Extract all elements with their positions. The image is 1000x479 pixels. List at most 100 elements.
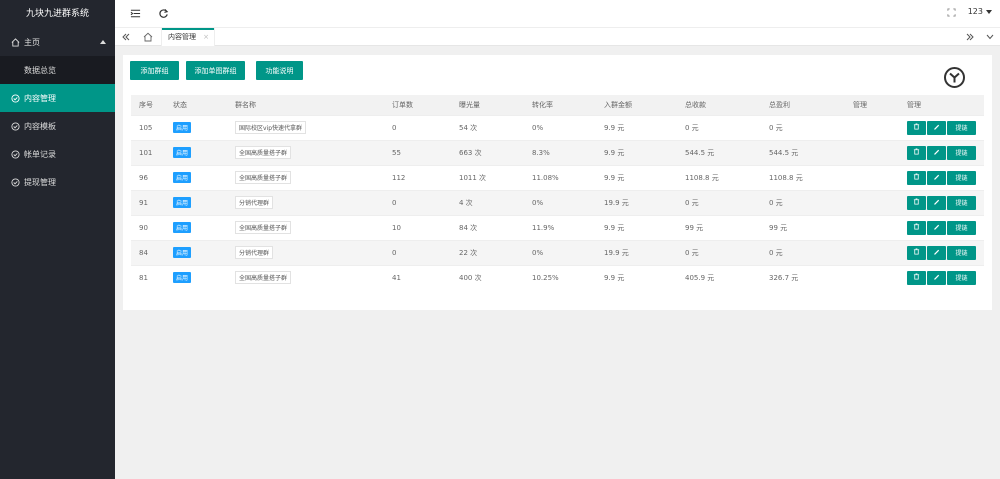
cell-fee: 9.9 元 bbox=[596, 139, 677, 165]
column-header: 总收款 bbox=[677, 95, 761, 115]
edit-button[interactable] bbox=[927, 220, 946, 235]
cell-id: 105 bbox=[131, 114, 165, 140]
edit-button[interactable] bbox=[927, 120, 946, 135]
cell-profit: 544.5 元 bbox=[761, 139, 845, 165]
delete-button[interactable] bbox=[907, 220, 926, 235]
cell-orders: 112 bbox=[384, 164, 451, 190]
brand-logo bbox=[944, 67, 965, 88]
cell-profit: 1108.8 元 bbox=[761, 164, 845, 190]
row-actions: 提链 bbox=[907, 245, 984, 260]
delete-button[interactable] bbox=[907, 270, 926, 285]
tab-label: 内容管理 bbox=[168, 33, 196, 41]
delete-button[interactable] bbox=[907, 170, 926, 185]
cell-status: 启用 bbox=[165, 264, 227, 290]
get-link-button[interactable]: 提链 bbox=[947, 220, 976, 235]
tabs-scroll-right-icon[interactable] bbox=[961, 28, 979, 46]
row-actions: 提链 bbox=[907, 120, 984, 135]
pencil-icon bbox=[933, 173, 940, 182]
delete-button[interactable] bbox=[907, 120, 926, 135]
sidebar-item-3[interactable]: 提现管理 bbox=[0, 168, 115, 196]
cell-name: 分销代理群 bbox=[227, 239, 384, 265]
trash-icon bbox=[913, 123, 920, 132]
status-badge: 启用 bbox=[173, 272, 192, 284]
menu-toggle-icon[interactable] bbox=[129, 8, 141, 20]
sidebar: 九块九进群系统 主页 数据总览 内容管理 内容模板 帐单记录 提现管理 bbox=[0, 0, 115, 479]
table-row: 81 启用 全国高质量搭子群 41 400 次 10.25% 9.9 元 405.9 元 326… bbox=[131, 264, 984, 290]
tabs-menu-icon[interactable] bbox=[981, 28, 999, 46]
delete-button[interactable] bbox=[907, 145, 926, 160]
sidebar-item-0[interactable]: 内容管理 bbox=[0, 84, 115, 112]
sidebar-item-2[interactable]: 帐单记录 bbox=[0, 140, 115, 168]
table-header-row: 序号 状态 群名称 订单数 曝光量 转化率 入群金额 总收款 总盈利 管理 管理 bbox=[131, 95, 984, 115]
trash-icon bbox=[913, 223, 920, 232]
chevron-up-icon bbox=[100, 40, 106, 44]
cell-manage bbox=[845, 239, 899, 265]
sidebar-item-label: 帐单记录 bbox=[24, 149, 56, 159]
cell-status: 启用 bbox=[165, 189, 227, 215]
table-row: 84 启用 分销代理群 0 22 次 0% 19.9 元0 元0 元提链 bbox=[131, 239, 984, 265]
edit-button[interactable] bbox=[927, 145, 946, 160]
check-circle-icon bbox=[10, 149, 20, 159]
cell-id: 101 bbox=[131, 139, 165, 165]
group-name-tag: 全国高质量搭子群 bbox=[235, 146, 292, 159]
get-link-button[interactable]: 提链 bbox=[947, 120, 976, 135]
tabs-scroll-left-icon[interactable] bbox=[117, 28, 135, 46]
cell-views: 663 次 bbox=[451, 139, 524, 165]
cell-actions: 提链 bbox=[899, 189, 984, 215]
get-link-button[interactable]: 提链 bbox=[947, 170, 976, 185]
cell-status: 启用 bbox=[165, 114, 227, 140]
cell-status: 启用 bbox=[165, 239, 227, 265]
cell-rate: 8.3% bbox=[524, 139, 596, 165]
edit-button[interactable] bbox=[927, 195, 946, 210]
cell-revenue: 99 元 bbox=[677, 214, 761, 240]
get-link-button[interactable]: 提链 bbox=[947, 270, 976, 285]
row-actions: 提链 bbox=[907, 170, 984, 185]
home-tab-icon[interactable] bbox=[139, 28, 157, 46]
cell-fee: 19.9 元 bbox=[596, 239, 677, 265]
sidebar-item-label: 提现管理 bbox=[24, 177, 56, 187]
status-badge: 启用 bbox=[173, 172, 192, 183]
status-badge: 启用 bbox=[173, 122, 192, 133]
get-link-button[interactable]: 提链 bbox=[947, 245, 976, 260]
feature-help-button[interactable]: 功能说明 bbox=[256, 61, 303, 80]
status-badge: 启用 bbox=[173, 247, 192, 258]
cell-status: 启用 bbox=[165, 214, 227, 240]
trash-icon bbox=[913, 198, 920, 207]
cell-profit: 0 元 bbox=[761, 114, 845, 140]
cell-fee: 9.9 元 bbox=[596, 114, 677, 140]
check-circle-icon bbox=[10, 93, 20, 103]
trash-icon bbox=[913, 273, 920, 282]
tab-content-management[interactable]: 内容管理 × bbox=[161, 28, 215, 46]
user-menu[interactable]: 123 bbox=[968, 7, 992, 16]
cell-rate: 10.25% bbox=[524, 264, 596, 290]
edit-button[interactable] bbox=[927, 170, 946, 185]
cell-status: 启用 bbox=[165, 139, 227, 165]
row-actions: 提链 bbox=[907, 195, 984, 210]
refresh-icon[interactable] bbox=[157, 8, 169, 20]
sidebar-item-label: 主页 bbox=[24, 37, 40, 47]
add-group-button[interactable]: 添加群组 bbox=[130, 61, 179, 80]
cell-revenue: 1108.8 元 bbox=[677, 164, 761, 190]
sidebar-item-home[interactable]: 主页 bbox=[0, 28, 115, 56]
cell-profit: 326.7 元 bbox=[761, 264, 845, 290]
sidebar-subitem-overview[interactable]: 数据总览 bbox=[0, 56, 115, 84]
table-row: 105 启用 国际校区vip快速代拿群 0 54 次 0% 9.9 元0 元0 元提链 bbox=[131, 114, 984, 140]
check-circle-icon bbox=[10, 177, 20, 187]
edit-button[interactable] bbox=[927, 245, 946, 260]
delete-button[interactable] bbox=[907, 245, 926, 260]
delete-button[interactable] bbox=[907, 195, 926, 210]
fullscreen-icon[interactable] bbox=[945, 8, 957, 20]
get-link-button[interactable]: 提链 bbox=[947, 195, 976, 210]
add-single-image-group-button[interactable]: 添加单图群组 bbox=[186, 61, 245, 80]
cell-name: 国际校区vip快速代拿群 bbox=[227, 114, 384, 140]
top-header: 123 bbox=[115, 0, 1000, 28]
cell-rate: 0% bbox=[524, 189, 596, 215]
sidebar-item-1[interactable]: 内容模板 bbox=[0, 112, 115, 140]
cell-rate: 11.9% bbox=[524, 214, 596, 240]
sidebar-item-label: 内容模板 bbox=[24, 121, 56, 131]
edit-button[interactable] bbox=[927, 270, 946, 285]
get-link-button[interactable]: 提链 bbox=[947, 145, 976, 160]
cell-name: 全国高质量搭子群 bbox=[227, 164, 384, 190]
table-row: 91 启用 分销代理群 0 4 次 0% 19.9 元0 元0 元提链 bbox=[131, 189, 984, 215]
close-icon[interactable]: × bbox=[203, 33, 209, 41]
